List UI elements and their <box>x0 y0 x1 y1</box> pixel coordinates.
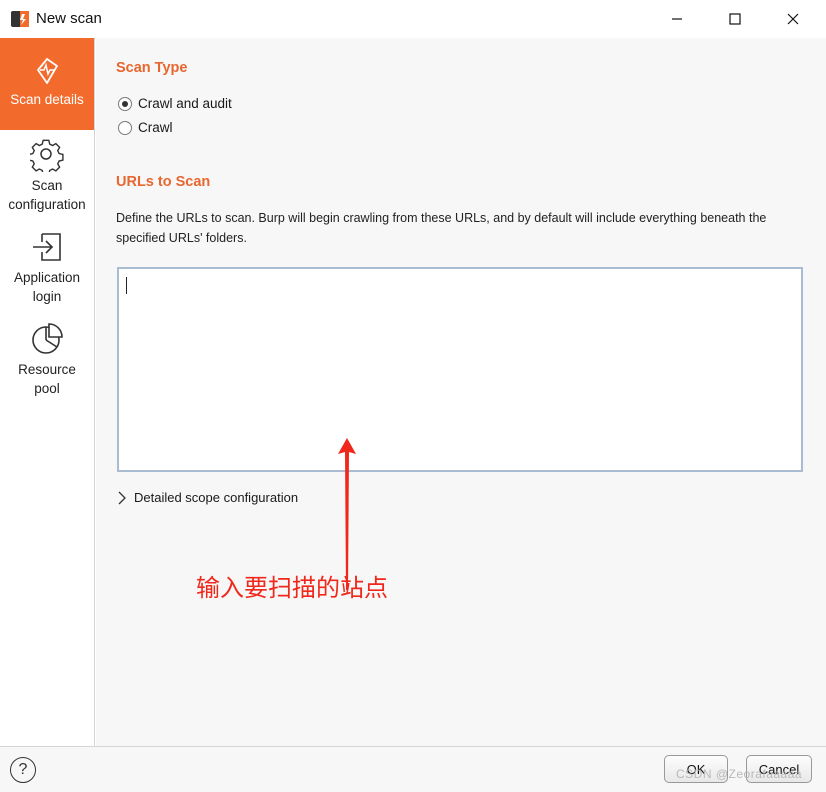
scan-type-heading: Scan Type <box>116 60 188 76</box>
radio-crawl-and-audit[interactable]: Crawl and audit <box>118 96 232 111</box>
sidebar-item-scan-configuration[interactable]: Scan configuration <box>0 138 94 218</box>
sidebar-item-resource-pool[interactable]: Resource pool <box>0 322 94 402</box>
minimize-button[interactable] <box>648 0 706 38</box>
close-button[interactable] <box>764 0 822 38</box>
pie-chart-icon <box>32 323 63 354</box>
sidebar-item-label: Resource pool <box>18 362 76 396</box>
dialog-footer: ? OK Cancel CSDN @Zeorafaaaaa <box>0 746 826 792</box>
burp-logo-icon <box>11 11 29 27</box>
title-bar: New scan <box>0 0 826 38</box>
radio-button[interactable] <box>118 120 132 135</box>
scope-label: Detailed scope configuration <box>134 490 299 505</box>
close-icon <box>787 13 799 25</box>
login-icon <box>33 233 61 261</box>
urls-textarea[interactable] <box>117 267 803 472</box>
sidebar: Scan details Scan configuration Applicat… <box>0 38 95 746</box>
sidebar-item-label: Scan details <box>10 92 84 107</box>
urls-heading: URLs to Scan <box>116 174 211 190</box>
sidebar-item-application-login[interactable]: Application login <box>0 230 94 310</box>
urls-description: Define the URLs to scan. Burp will begin… <box>116 211 767 245</box>
minimize-icon <box>672 18 682 20</box>
chevron-right-icon <box>118 491 126 504</box>
sidebar-item-label: Scan configuration <box>8 178 86 212</box>
detailed-scope-toggle[interactable]: Detailed scope configuration <box>118 490 298 505</box>
annotation-text: 输入要扫描的站点 <box>196 574 388 602</box>
sidebar-item-label: Application login <box>13 270 81 304</box>
help-button[interactable]: ? <box>10 757 36 783</box>
radio-label: Crawl <box>138 120 173 135</box>
gear-icon <box>30 139 64 172</box>
radio-button-selected[interactable] <box>118 96 132 111</box>
radio-label: Crawl and audit <box>138 96 232 111</box>
maximize-button[interactable] <box>706 0 764 38</box>
sidebar-item-scan-details[interactable]: Scan details <box>0 38 94 130</box>
scan-details-icon <box>37 58 58 84</box>
scan-details-panel: Scan Type Crawl and audit Crawl URLs to … <box>96 38 826 746</box>
text-caret <box>126 277 127 294</box>
maximize-icon <box>729 13 741 25</box>
watermark-text: CSDN @Zeorafaaaaa <box>676 767 803 781</box>
window-title: New scan <box>36 10 102 27</box>
radio-crawl[interactable]: Crawl <box>118 120 173 135</box>
